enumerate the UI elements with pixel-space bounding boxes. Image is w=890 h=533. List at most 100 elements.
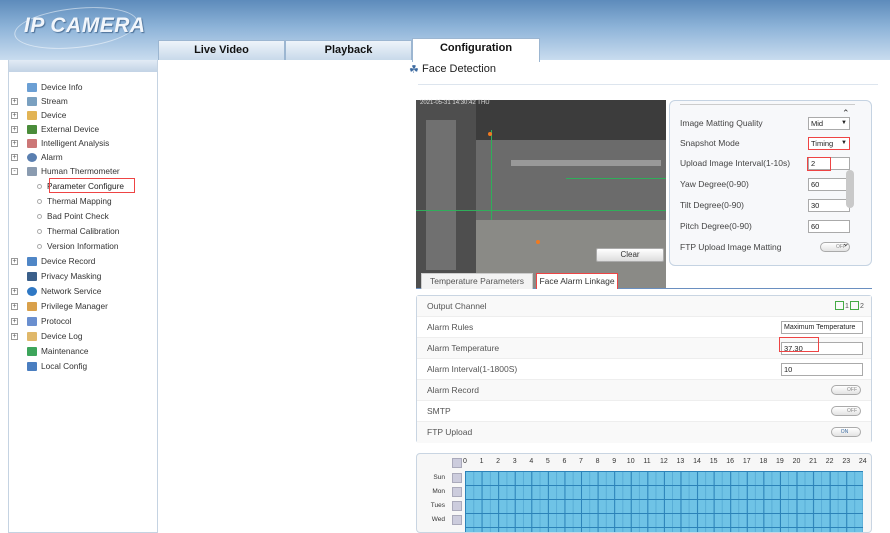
tab-live-video[interactable]: Live Video [158,40,285,60]
channel-1-label: 1 [845,303,849,310]
hour-label: 16 [726,458,735,465]
clear-button[interactable]: Clear [596,248,664,262]
scrollbar-thumb[interactable] [846,170,854,208]
sidebar-item-device-log[interactable]: Device Log [27,329,83,343]
expand-icon[interactable]: + [11,288,18,295]
sidebar-item-thermal-calibration[interactable]: Thermal Calibration [37,224,119,238]
sidebar-item-label: Thermal Calibration [47,226,120,236]
row-smtp: SMTP OFF [417,401,871,422]
day-checkbox[interactable] [452,473,462,483]
snapshot-mode-select[interactable]: Timing [808,137,850,150]
tab-face-alarm-linkage[interactable]: Face Alarm Linkage [536,273,618,289]
sidebar-item-network-service[interactable]: Network Service [27,284,101,298]
video-marker [536,240,540,244]
sidebar-item-label: External Device [41,124,100,134]
alarm-record-label: Alarm Record [427,385,479,395]
sidebar-item-label: Version Information [47,241,119,251]
channel-checkbox-2[interactable] [850,301,859,310]
video-scene-wall [476,140,666,220]
sidebar-item-intelligent-analysis[interactable]: Intelligent Analysis [27,136,109,150]
row-tilt: Tilt Degree(0-90) 30 [680,195,855,215]
expand-icon[interactable]: + [11,318,18,325]
row-ftp-upload: FTP Upload ON [417,422,871,443]
scroll-up-icon[interactable]: ⌃ [842,108,850,119]
ftp-upload-label: FTP Upload [427,427,473,437]
analysis-icon [27,139,37,149]
alarm-record-toggle[interactable]: OFF [831,385,861,395]
sidebar-item-stream[interactable]: Stream [27,94,68,108]
hour-label: 15 [709,458,718,465]
highlight-box [779,337,819,352]
hour-label: 4 [529,458,534,465]
expand-icon[interactable]: + [11,140,18,147]
hour-label: 22 [825,458,834,465]
collapse-icon[interactable]: - [11,168,18,175]
hour-label: 24 [858,458,867,465]
log-icon [27,332,37,342]
smtp-toggle[interactable]: OFF [831,406,861,416]
sidebar-item-label: Human Thermometer [41,166,120,176]
expand-icon[interactable]: + [11,98,18,105]
app-header: IP CAMERA Live Video Playback Configurat… [0,0,890,62]
expand-icon[interactable]: + [11,303,18,310]
sidebar-item-label: Thermal Mapping [47,196,112,206]
local-config-icon [27,362,37,372]
row-matting-quality: Image Matting Quality Mid [680,113,855,133]
alarm-interval-input[interactable]: 10 [781,363,863,376]
tab-temperature-parameters[interactable]: Temperature Parameters [421,273,533,289]
hour-label: 1 [479,458,484,465]
sidebar-item-thermal-mapping[interactable]: Thermal Mapping [37,194,112,208]
video-scene-rack [426,120,456,270]
sidebar-item-privacy-masking[interactable]: Privacy Masking [27,269,101,283]
sidebar-item-local-config[interactable]: Local Config [27,359,87,373]
video-detection-line [491,130,492,220]
channel-2-label: 2 [860,303,864,310]
video-marker [488,132,492,136]
hour-label: 18 [759,458,768,465]
tab-configuration[interactable]: Configuration [412,38,540,62]
sidebar-item-external-device[interactable]: External Device [27,122,99,136]
sidebar-item-label: Maintenance [41,346,89,356]
expand-icon[interactable]: + [11,154,18,161]
select-all-checkbox[interactable] [452,458,462,468]
device-info-icon [27,83,37,93]
row-pitch: Pitch Degree(0-90) 60 [680,216,855,236]
sidebar-item-alarm[interactable]: Alarm [27,150,63,164]
alarm-rules-select[interactable]: Maximum Temperature [781,321,863,334]
sidebar-item-device[interactable]: Device [27,108,66,122]
expand-icon[interactable]: + [11,112,18,119]
pitch-input[interactable]: 60 [808,220,850,233]
hour-label: 3 [512,458,517,465]
highlight-box [807,157,831,171]
output-channel-label: Output Channel [427,301,487,311]
sidebar-item-human-thermometer[interactable]: Human Thermometer [27,164,120,178]
record-icon [27,257,37,267]
sidebar-item-protocol[interactable]: Protocol [27,314,71,328]
day-checkbox[interactable] [452,487,462,497]
tab-playback[interactable]: Playback [285,40,412,60]
expand-icon[interactable]: + [11,258,18,265]
yaw-label: Yaw Degree(0-90) [680,179,749,189]
users-icon [27,302,37,312]
sidebar-item-privilege-manager[interactable]: Privilege Manager [27,299,108,313]
expand-icon[interactable]: + [11,126,18,133]
matting-quality-label: Image Matting Quality [680,118,763,128]
hour-label: 5 [545,458,550,465]
sidebar-item-bad-point-check[interactable]: Bad Point Check [37,209,109,223]
yaw-input[interactable]: 60 [808,178,850,191]
scroll-down-icon[interactable]: ⌄ [842,238,850,249]
hour-label: 21 [809,458,817,465]
leaf-dot-icon [37,214,42,220]
expand-icon[interactable]: + [11,333,18,340]
channel-checkbox-1[interactable] [835,301,844,310]
tilt-input[interactable]: 30 [808,199,850,212]
sidebar-item-label: Bad Point Check [47,211,109,221]
day-checkbox[interactable] [452,515,462,525]
sidebar-item-device-info[interactable]: Device Info [27,80,83,94]
sidebar-item-version-information[interactable]: Version Information [37,239,118,253]
sidebar-item-label: Protocol [41,316,72,326]
sidebar-item-device-record[interactable]: Device Record [27,254,95,268]
sidebar-item-maintenance[interactable]: Maintenance [27,344,89,358]
day-checkbox[interactable] [452,501,462,511]
ftp-upload-toggle[interactable]: ON [831,427,861,437]
